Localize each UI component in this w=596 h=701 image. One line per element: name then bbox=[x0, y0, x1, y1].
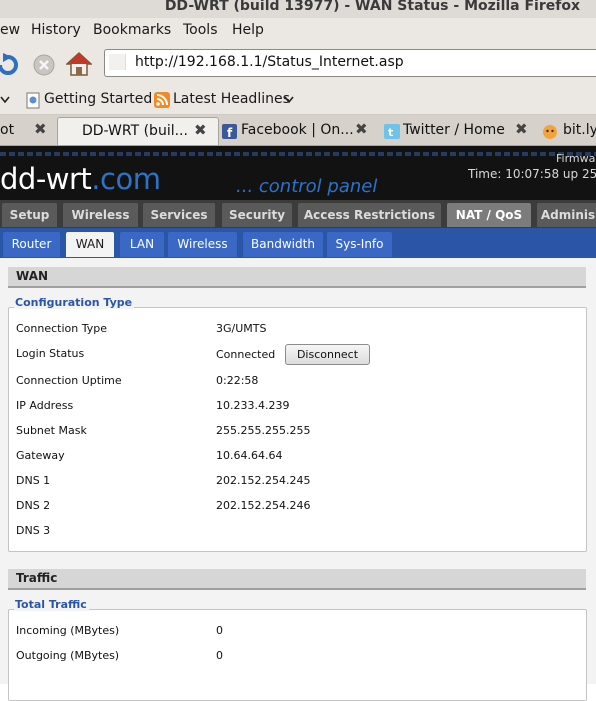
header-stripe bbox=[0, 152, 596, 156]
bookmark-latest-headlines[interactable]: Latest Headlines bbox=[173, 91, 290, 107]
tab-label: Facebook | On... bbox=[241, 122, 354, 138]
sub-nav-tabs: Router WAN LAN Wireless Bandwidth Sys-In… bbox=[0, 228, 596, 258]
subtab-wan[interactable]: WAN bbox=[66, 232, 114, 257]
incoming-value: 0 bbox=[216, 624, 223, 637]
connection-type-label: Connection Type bbox=[16, 322, 108, 335]
browser-tab-strip: ot ✖ DD-WRT (buil... ✖ f Facebook | On..… bbox=[0, 115, 596, 146]
outgoing-label: Outgoing (MBytes) bbox=[16, 649, 120, 662]
svg-text:t: t bbox=[388, 126, 393, 139]
menu-history[interactable]: History bbox=[31, 22, 81, 38]
wan-section-header: WAN bbox=[8, 267, 586, 288]
rss-icon bbox=[154, 92, 170, 108]
tab-label: Twitter / Home bbox=[403, 122, 505, 138]
bitly-icon bbox=[543, 125, 557, 139]
main-nav-tabs: Setup Wireless Services Security Access … bbox=[0, 200, 596, 228]
tab-services[interactable]: Services bbox=[143, 203, 215, 227]
subtab-lan[interactable]: LAN bbox=[120, 232, 164, 257]
connection-uptime-value: 0:22:58 bbox=[216, 374, 259, 387]
bookmarks-toolbar: Getting Started Latest Headlines bbox=[0, 86, 596, 115]
dns2-value: 202.152.254.246 bbox=[216, 499, 311, 512]
tab-twitter[interactable]: t Twitter / Home ✖ bbox=[381, 117, 537, 144]
bookmark-getting-started[interactable]: Getting Started bbox=[44, 91, 152, 107]
subnet-mask-value: 255.255.255.255 bbox=[216, 424, 311, 437]
ddwrt-logo: dd-wrt.com bbox=[0, 162, 161, 196]
tab-access-restrictions[interactable]: Access Restrictions bbox=[298, 203, 441, 227]
tab-facebook[interactable]: f Facebook | On... ✖ bbox=[219, 117, 379, 144]
disconnect-button[interactable]: Disconnect bbox=[285, 344, 370, 365]
home-icon[interactable] bbox=[66, 51, 92, 77]
subnet-mask-label: Subnet Mask bbox=[16, 424, 87, 437]
tab-label: ot bbox=[0, 122, 15, 138]
tab-wireless[interactable]: Wireless bbox=[63, 203, 138, 227]
close-icon[interactable]: ✖ bbox=[194, 121, 207, 139]
tab-bitly[interactable]: bit.ly bbox=[539, 117, 596, 144]
traffic-heading: Traffic bbox=[16, 571, 58, 585]
window-title: DD-WRT (build 13977) - WAN Status - Mozi… bbox=[164, 0, 580, 14]
tab-administration[interactable]: Adminis bbox=[537, 203, 596, 227]
incoming-label: Incoming (MBytes) bbox=[16, 624, 120, 637]
control-panel-tagline: ... control panel bbox=[236, 176, 378, 197]
gateway-label: Gateway bbox=[16, 449, 65, 462]
ddwrt-header: dd-wrt.com ... control panel Firmwa Time… bbox=[0, 146, 596, 200]
traffic-legend: Total Traffic bbox=[14, 598, 89, 611]
navigation-toolbar: http://192.168.1.1/Status_Internet.asp bbox=[0, 44, 596, 87]
content-area: WAN Configuration Type Connection Type 3… bbox=[0, 258, 596, 701]
chevron-down-icon[interactable] bbox=[284, 96, 294, 104]
outgoing-value: 0 bbox=[216, 649, 223, 662]
connection-type-value: 3G/UMTS bbox=[216, 322, 267, 335]
uptime-clock: Time: 10:07:58 up 25 m bbox=[468, 167, 596, 181]
dns1-label: DNS 1 bbox=[16, 474, 51, 487]
traffic-section-header: Traffic bbox=[8, 569, 586, 590]
subtab-wireless[interactable]: Wireless bbox=[168, 232, 237, 257]
gateway-value: 10.64.64.64 bbox=[216, 449, 283, 462]
svg-text:f: f bbox=[227, 126, 233, 139]
chevron-down-icon[interactable] bbox=[0, 95, 10, 107]
menu-view[interactable]: ew bbox=[0, 22, 20, 38]
menu-tools[interactable]: Tools bbox=[183, 22, 218, 38]
page-icon bbox=[26, 92, 40, 109]
twitter-icon: t bbox=[384, 124, 400, 139]
tab-previous[interactable]: ot ✖ bbox=[0, 117, 56, 144]
close-icon[interactable]: ✖ bbox=[34, 120, 47, 138]
menu-bookmarks[interactable]: Bookmarks bbox=[93, 22, 171, 38]
subtab-bandwidth[interactable]: Bandwidth bbox=[243, 232, 323, 257]
tab-setup[interactable]: Setup bbox=[2, 203, 57, 227]
window-titlebar: DD-WRT (build 13977) - WAN Status - Mozi… bbox=[0, 0, 596, 18]
tab-ddwrt[interactable]: DD-WRT (buil... ✖ bbox=[57, 117, 219, 145]
subtab-sys-info[interactable]: Sys-Info bbox=[327, 232, 392, 257]
reload-icon[interactable] bbox=[0, 53, 22, 77]
firmware-label: Firmwa bbox=[556, 152, 596, 165]
stop-icon[interactable] bbox=[33, 54, 55, 76]
subtab-router[interactable]: Router bbox=[3, 232, 60, 257]
menu-bar: ew History Bookmarks Tools Help bbox=[0, 18, 596, 44]
configuration-legend: Configuration Type bbox=[14, 296, 135, 309]
close-icon[interactable]: ✖ bbox=[355, 120, 368, 138]
tab-security[interactable]: Security bbox=[222, 203, 292, 227]
dns2-label: DNS 2 bbox=[16, 499, 51, 512]
site-favicon bbox=[109, 54, 126, 70]
tab-nat-qos[interactable]: NAT / QoS bbox=[447, 203, 531, 227]
address-url[interactable]: http://192.168.1.1/Status_Internet.asp bbox=[135, 54, 404, 70]
ip-address-value: 10.233.4.239 bbox=[216, 399, 290, 412]
tab-label: bit.ly bbox=[563, 122, 596, 138]
address-bar[interactable]: http://192.168.1.1/Status_Internet.asp bbox=[104, 49, 596, 77]
dns3-label: DNS 3 bbox=[16, 524, 51, 537]
close-icon[interactable]: ✖ bbox=[515, 120, 528, 138]
connection-uptime-label: Connection Uptime bbox=[16, 374, 122, 387]
wan-heading: WAN bbox=[16, 269, 49, 283]
ip-address-label: IP Address bbox=[16, 399, 74, 412]
login-status-label: Login Status bbox=[16, 347, 85, 360]
tab-label: DD-WRT (buil... bbox=[82, 123, 188, 139]
dns1-value: 202.152.254.245 bbox=[216, 474, 311, 487]
menu-help[interactable]: Help bbox=[232, 22, 264, 38]
facebook-icon: f bbox=[222, 124, 237, 139]
login-status-value: Connected bbox=[216, 348, 276, 361]
